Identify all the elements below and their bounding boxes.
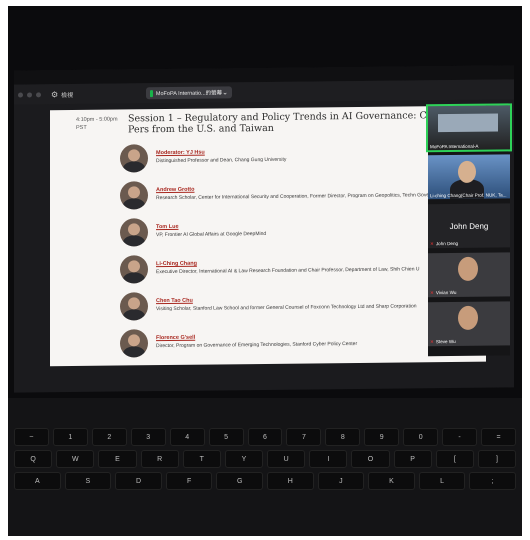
key[interactable]: S	[64, 472, 112, 490]
window-controls	[18, 91, 41, 98]
speaker-item: Tom Lue VP, Frontier AI Global Affairs a…	[120, 210, 480, 251]
session-title: Session 1 – Regulatory and Policy Trends…	[128, 109, 477, 136]
minimize-window-button[interactable]	[27, 91, 32, 97]
close-window-button[interactable]	[18, 92, 23, 98]
key[interactable]: K	[368, 472, 415, 490]
key[interactable]: 8	[325, 428, 361, 446]
screen-share-tab[interactable]: MoFoPA Internatio...的螢幕 ⌄	[146, 86, 232, 100]
key[interactable]: 4	[169, 428, 205, 446]
key[interactable]: W	[56, 450, 95, 468]
key[interactable]: 0	[403, 428, 439, 446]
keyboard-row: Q W E R T Y U I O P [ ]	[14, 450, 517, 468]
key[interactable]: U	[267, 450, 306, 468]
participant-name: Vivian Wu	[435, 289, 457, 296]
shared-slide: 4:10pm - 5:00pm PST Session 1 – Regulato…	[50, 105, 486, 367]
keyboard: ~ 1 2 3 4 5 6 7 8 9 0 - = Q W E R T Y U …	[14, 428, 517, 494]
muted-mic-icon: ✕	[430, 339, 434, 345]
key[interactable]: E	[98, 450, 137, 468]
speaker-item: Li-Ching Chang Executive Director, Inter…	[120, 247, 480, 288]
key[interactable]: L	[418, 472, 466, 490]
speaker-avatar	[120, 180, 148, 210]
participant-strip[interactable]: MoFoPA International-A Li-ching Chang(Ch…	[426, 103, 512, 357]
key[interactable]: J	[317, 472, 365, 490]
speaker-item: Andrew Grotto Research Scholar, Center f…	[120, 173, 480, 214]
key[interactable]: T	[182, 450, 221, 468]
participant-tile[interactable]: ✕ Vivian Wu	[428, 252, 510, 298]
speaker-item: Moderator: YJ Hsu Distinguished Professo…	[120, 136, 480, 177]
key[interactable]: Q	[14, 450, 53, 468]
key[interactable]: I	[309, 450, 348, 468]
speaker-role: VP, Frontier AI Global Affairs at Google…	[156, 230, 267, 239]
speaker-item: Florence G'sell Director, Program on Gov…	[120, 321, 480, 362]
key[interactable]: 2	[91, 428, 127, 446]
muted-mic-icon: ✕	[430, 241, 434, 247]
muted-mic-icon: ✕	[430, 290, 434, 296]
participant-tile[interactable]: Li-ching Chang(Chair Prof. NUK, Ta...	[428, 154, 510, 200]
participant-name-large: John Deng	[449, 221, 489, 231]
participant-name: Li-ching Chang(Chair Prof. NUK, Ta...	[430, 192, 507, 199]
share-screen-icon	[150, 89, 153, 97]
key[interactable]: ]	[477, 450, 517, 468]
speaker-list: Moderator: YJ Hsu Distinguished Professo…	[120, 136, 480, 362]
laptop-screen: ⚙ 檢視 MoFoPA Internatio...的螢幕 ⌄ 4:10pm - …	[14, 65, 514, 393]
share-tab-label: MoFoPA Internatio...的螢幕	[155, 90, 223, 98]
participant-tile[interactable]: John Deng ✕ John Deng	[428, 203, 510, 249]
session-time: 4:10pm - 5:00pm PST	[76, 116, 118, 131]
maximize-window-button[interactable]	[36, 91, 41, 97]
participant-name: MoFoPA International-A	[430, 143, 479, 150]
key[interactable]: ~	[14, 428, 49, 446]
key[interactable]: R	[140, 450, 179, 468]
laptop-photo: ⚙ 檢視 MoFoPA Internatio...的螢幕 ⌄ 4:10pm - …	[8, 6, 522, 536]
speaker-avatar	[120, 328, 148, 358]
photo-frame: ⚙ 檢視 MoFoPA Internatio...的螢幕 ⌄ 4:10pm - …	[0, 0, 530, 540]
speaker-role: Research Scholar, Center for Internation…	[156, 192, 445, 202]
key[interactable]: 5	[208, 428, 244, 446]
keyboard-row: ~ 1 2 3 4 5 6 7 8 9 0 - =	[14, 428, 516, 446]
key[interactable]: A	[14, 472, 61, 490]
key[interactable]: ;	[469, 472, 516, 490]
key[interactable]: 1	[52, 428, 88, 446]
keyboard-deck: ~ 1 2 3 4 5 6 7 8 9 0 - = Q W E R T Y U …	[8, 398, 522, 536]
key[interactable]: D	[115, 472, 162, 490]
key[interactable]: O	[351, 450, 390, 468]
key[interactable]: G	[216, 472, 263, 490]
participant-name: John Deng	[435, 240, 459, 247]
participant-tile[interactable]: MoFoPA International-A	[426, 103, 512, 153]
speaker-avatar	[120, 291, 148, 321]
participant-name: Steve Wu	[435, 338, 456, 345]
chevron-down-icon[interactable]: ⌄	[222, 88, 228, 96]
key[interactable]: 6	[247, 428, 283, 446]
view-label[interactable]: 檢視	[61, 89, 73, 98]
meeting-toolbar: ⚙ 檢視 MoFoPA Internatio...的螢幕 ⌄	[14, 79, 514, 105]
key[interactable]: [	[435, 450, 474, 468]
speaker-item: Chen Tao Chu Visiting Scholar, Stanford …	[120, 284, 480, 325]
key[interactable]: -	[442, 428, 478, 446]
key[interactable]: 3	[130, 428, 166, 446]
speaker-avatar	[120, 217, 148, 247]
key[interactable]: =	[481, 428, 516, 446]
key[interactable]: H	[266, 472, 314, 490]
key[interactable]: 9	[364, 428, 400, 446]
participant-tile[interactable]: ✕ Steve Wu	[428, 301, 510, 347]
speaker-role: Executive Director, International AI & L…	[156, 266, 420, 276]
speaker-avatar	[120, 143, 148, 173]
view-icon[interactable]: ⚙	[51, 90, 58, 99]
key[interactable]: Y	[224, 450, 264, 468]
speaker-role: Visiting Scholar, Stanford Law School an…	[156, 303, 417, 313]
speaker-role: Distinguished Professor and Dean, Chang …	[156, 156, 287, 165]
speaker-role: Director, Program on Governance of Emerg…	[156, 341, 358, 350]
key[interactable]: P	[393, 450, 432, 468]
key[interactable]: F	[165, 472, 213, 490]
keyboard-row: A S D F G H J K L ;	[14, 472, 516, 490]
speaker-avatar	[120, 254, 148, 284]
key[interactable]: 7	[286, 428, 322, 446]
